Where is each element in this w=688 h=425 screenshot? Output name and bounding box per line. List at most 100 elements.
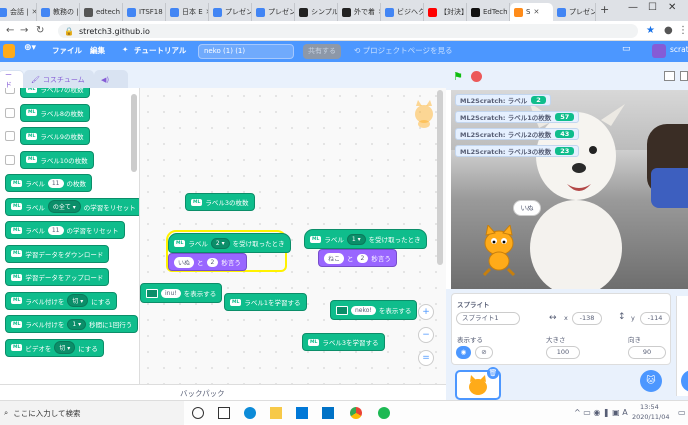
display-inu-block[interactable]: inu!を表示する [140,283,222,303]
edge-icon[interactable] [244,407,256,419]
variable-monitor[interactable]: ML2Scratch: ラベル3の枚数23 [455,145,579,157]
store-icon[interactable] [296,407,308,419]
menu-tutorial[interactable]: チュートリアル [134,45,186,56]
palette-block[interactable]: MLビデオを切 ▾にする [5,339,104,357]
menu-edit[interactable]: 編集 [90,45,105,56]
browser-tab[interactable]: 【対決】✕ [424,3,467,21]
window-close-icon[interactable]: ✕ [668,2,676,13]
monitor-checkbox[interactable] [5,108,15,118]
task-view-icon[interactable] [218,407,230,419]
project-title-input[interactable]: neko (1) (1) [198,44,294,59]
y-input[interactable]: -114 [640,312,670,325]
reload-icon[interactable]: ↻ [36,25,44,36]
cortana-icon[interactable] [192,407,204,419]
bookmark-star-icon[interactable]: ★ [646,25,655,36]
show-visible-eye-icon[interactable]: ◉ [456,346,471,359]
large-stage-icon[interactable] [680,71,688,81]
palette-block[interactable]: MLラベルの全て ▾の学習をリセット [5,198,140,216]
forward-icon[interactable]: → [20,25,28,36]
browser-tab[interactable]: ビジヘク✕ [381,3,424,21]
chrome-icon[interactable] [350,407,362,419]
explorer-icon[interactable] [270,407,282,419]
monitor-checkbox[interactable] [5,88,15,94]
browser-tab[interactable]: プレゼン✕ [209,3,252,21]
block-dropdown[interactable]: 切 ▾ [67,294,88,307]
display-text-input[interactable]: neko! [351,306,376,315]
variable-monitor[interactable]: ML2Scratch: ラベル1の枚数57 [455,111,579,123]
say-for-secs-block[interactable]: ねこと2秒言う [318,249,397,267]
scratch-logo[interactable] [3,44,15,58]
tab-close-icon[interactable]: ✕ [533,8,539,16]
when-label1-received-hat[interactable]: MLラベル1 ▾を受け取ったとき [304,229,427,249]
globe-icon[interactable]: ⊕▾ [24,43,36,53]
browser-tab[interactable]: edtech✕ [80,3,123,21]
say-for-secs-block[interactable]: いぬと2秒言う [168,253,247,271]
app-icon[interactable] [378,407,390,419]
when-label2-received-hat[interactable]: MLラベル2 ▾を受け取ったとき [168,233,291,253]
palette-block[interactable]: MLラベル11の枚数 [5,174,92,192]
taskbar-search[interactable]: ⌕ここに入力して検索 [0,401,184,425]
mail-icon[interactable] [322,407,334,419]
palette-block[interactable]: MLラベル9の枚数 [20,127,90,145]
browser-tab[interactable]: ITSF18✕ [123,3,166,21]
secs-input[interactable]: 2 [207,258,219,267]
monitor-checkbox[interactable] [5,131,15,141]
say-text-input[interactable]: ねこ [324,253,344,264]
minimize-icon[interactable]: — [628,2,638,13]
browser-tab[interactable]: 外で着✕ [338,3,381,21]
tray-icons[interactable]: ^ ▭ ◉ ❚ ▣ A [574,408,628,417]
block-dropdown[interactable]: 切 ▾ [54,341,75,354]
tab-costumes[interactable]: 🖌コスチューム [24,70,94,88]
notification-icon[interactable]: ▭ [678,408,686,417]
profile-icon[interactable]: ● [664,25,673,36]
green-flag-icon[interactable]: ⚑ [453,70,463,83]
label-dropdown[interactable]: 2 ▾ [211,238,230,249]
secs-input[interactable]: 2 [357,254,369,263]
url-field[interactable]: 🔒stretch3.github.io [58,24,638,38]
stop-icon[interactable] [471,71,482,82]
palette-block[interactable]: ML学習データをアップロード [5,268,109,286]
label-dropdown[interactable]: 1 ▾ [347,234,366,245]
backpack-bar[interactable]: バックパック [0,384,446,400]
zoom-reset-button[interactable]: = [418,350,434,366]
palette-block[interactable]: MLラベル11の学習をリセット [5,221,125,239]
display-neko-block[interactable]: neko!を表示する [330,300,417,320]
variable-monitor[interactable]: ML2Scratch: ラベル2 [455,94,551,106]
menu-file[interactable]: ファイル [52,45,82,56]
palette-block[interactable]: ML学習データをダウンロード [5,245,109,263]
monitor-checkbox[interactable] [5,155,15,165]
browser-tab[interactable]: 日本 E✕ [166,3,209,21]
palette-block[interactable]: MLラベル付けを1 ▾秒間に1回行う [5,315,138,333]
tab-sounds[interactable]: ◀)音 [94,70,128,88]
show-hidden-eye-icon[interactable]: ⊘ [475,346,493,359]
block-label3-count[interactable]: MLラベル3の枚数 [185,193,255,211]
size-input[interactable]: 100 [546,346,580,359]
tab-code[interactable]: ード [0,70,24,88]
x-input[interactable]: -138 [572,312,602,325]
browser-tab[interactable]: 教務の |✕ [37,3,80,21]
my-stuff-folder-icon[interactable]: ▭ [622,44,631,54]
script-scrollbar[interactable] [437,90,443,265]
block-dropdown[interactable]: 1 ▾ [67,319,86,330]
display-text-input[interactable]: inu! [161,289,181,298]
browser-tab[interactable]: S✕ [510,3,553,21]
username[interactable]: scratch [670,45,688,54]
learn-label1-block[interactable]: MLラベル1を学習する [224,293,307,311]
block-input[interactable]: 11 [48,226,64,235]
delete-sprite-icon[interactable]: 🗑 [487,367,499,379]
palette-block[interactable]: MLラベル7の枚数 [20,88,90,98]
browser-tab[interactable]: シンプル✕ [295,3,338,21]
palette-block[interactable]: MLラベル10の枚数 [20,151,94,169]
direction-input[interactable]: 90 [628,346,666,359]
sprite-name-input[interactable]: スプライト1 [456,312,520,325]
variable-monitor[interactable]: ML2Scratch: ラベル2の枚数43 [455,128,579,140]
share-button[interactable]: 共有する [303,44,341,59]
browser-tab[interactable]: プレゼン✕ [553,3,596,21]
see-project-page-link[interactable]: ⟲ プロジェクトページを見る [354,45,453,56]
add-backdrop-icon[interactable] [681,370,688,392]
palette-block[interactable]: MLラベル8の枚数 [20,104,90,122]
palette-block[interactable]: MLラベル付けを切 ▾にする [5,292,117,310]
scratch-cat-sprite[interactable] [476,225,522,277]
user-avatar[interactable] [652,44,666,58]
browser-menu-icon[interactable]: ⋮ [678,25,688,36]
